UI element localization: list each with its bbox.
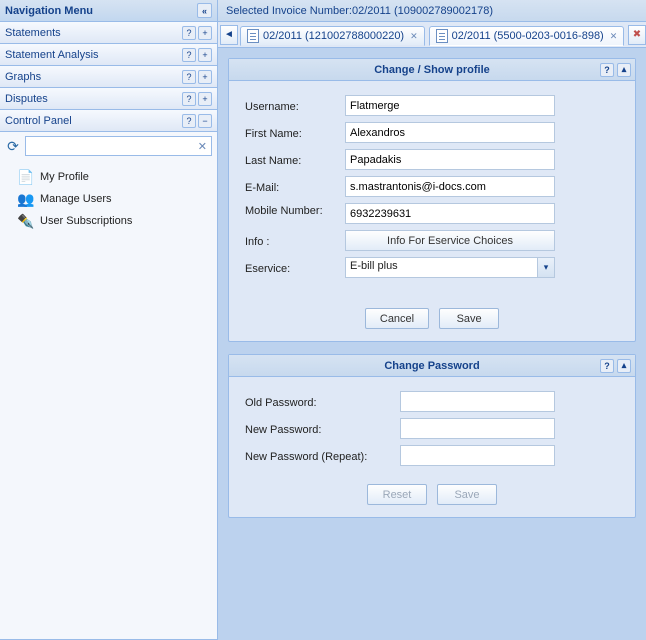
help-icon[interactable]: ? [600, 63, 614, 77]
eservice-value: E-bill plus [346, 258, 537, 277]
tab-label: 02/2011 (121002788000220) [263, 30, 404, 42]
sidebar-item-label: Graphs [5, 71, 41, 83]
sidebar-item-disputes[interactable]: Disputes ? + [0, 88, 217, 110]
refresh-icon[interactable]: ⟳ [5, 138, 21, 154]
firstname-input[interactable] [345, 122, 555, 143]
tree-item-label: My Profile [40, 171, 89, 183]
password-panel: Change Password ? ▴ Old Password: New Pa… [228, 354, 636, 518]
help-icon[interactable]: ? [182, 70, 196, 84]
username-label: Username: [245, 99, 345, 113]
sidebar: Navigation Menu « Statements ? + Stateme… [0, 0, 218, 640]
tree-item-user-subscriptions[interactable]: ✒️ User Subscriptions [18, 210, 213, 232]
sidebar-item-statements[interactable]: Statements ? + [0, 22, 217, 44]
save-button[interactable]: Save [439, 308, 499, 329]
sidebar-item-statement-analysis[interactable]: Statement Analysis ? + [0, 44, 217, 66]
tab-label: 02/2011 (5500-0203-0016-898) [452, 30, 604, 42]
close-icon[interactable]: ✕ [608, 31, 620, 42]
top-status: Selected Invoice Number:02/2011 (1090027… [218, 0, 646, 22]
control-panel-tree: 📄 My Profile 👥 Manage Users ✒️ User Subs… [0, 160, 217, 238]
search-input-wrap: ✕ [25, 136, 212, 156]
profile-panel: Change / Show profile ? ▴ Username: Firs… [228, 58, 636, 342]
tree-item-manage-users[interactable]: 👥 Manage Users [18, 188, 213, 210]
panel-title: Change / Show profile [374, 64, 490, 76]
cancel-button[interactable]: Cancel [365, 308, 429, 329]
sidebar-item-label: Control Panel [5, 115, 72, 127]
panel-title: Change Password [384, 360, 479, 372]
document-icon [436, 29, 448, 43]
expand-icon[interactable]: + [198, 92, 212, 106]
username-input[interactable] [345, 95, 555, 116]
help-icon[interactable]: ? [600, 359, 614, 373]
repeat-password-label: New Password (Repeat): [245, 449, 400, 463]
mobile-label: Mobile Number: [245, 203, 345, 217]
chevron-down-icon[interactable]: ▾ [537, 258, 554, 277]
sidebar-collapse-button[interactable]: « [197, 3, 212, 18]
control-panel-search-row: ⟳ ✕ [0, 132, 217, 160]
sidebar-item-label: Statement Analysis [5, 49, 99, 61]
help-icon[interactable]: ? [182, 26, 196, 40]
new-password-label: New Password: [245, 422, 400, 436]
sidebar-item-label: Statements [5, 27, 61, 39]
lastname-label: Last Name: [245, 153, 345, 167]
tab-invoice-1[interactable]: 02/2011 (121002788000220) ✕ [240, 26, 425, 46]
lastname-input[interactable] [345, 149, 555, 170]
sidebar-item-control-panel[interactable]: Control Panel ? − [0, 110, 217, 132]
old-password-input[interactable] [400, 391, 555, 412]
help-icon[interactable]: ? [182, 114, 196, 128]
profile-panel-body: Username: First Name: Last Name: E-Mail:… [229, 81, 635, 341]
document-icon [247, 29, 259, 43]
reset-button[interactable]: Reset [367, 484, 427, 505]
expand-icon[interactable]: + [198, 26, 212, 40]
users-icon: 👥 [18, 191, 34, 207]
tree-item-label: User Subscriptions [40, 215, 132, 227]
control-panel-body: ⟳ ✕ 📄 My Profile 👥 Manage Users ✒️ User … [0, 132, 217, 640]
old-password-label: Old Password: [245, 395, 400, 409]
email-input[interactable] [345, 176, 555, 197]
new-password-input[interactable] [400, 418, 555, 439]
profile-button-row: Cancel Save [245, 308, 619, 329]
sidebar-item-graphs[interactable]: Graphs ? + [0, 66, 217, 88]
profile-icon: 📄 [18, 169, 34, 185]
expand-icon[interactable]: + [198, 70, 212, 84]
email-label: E-Mail: [245, 180, 345, 194]
profile-panel-header: Change / Show profile ? ▴ [229, 59, 635, 81]
selected-invoice-label: Selected Invoice Number:02/2011 (1090027… [226, 5, 493, 17]
mobile-input[interactable] [345, 203, 555, 224]
tab-scroll-left[interactable]: ◄ [220, 25, 238, 45]
info-eservice-button[interactable]: Info For Eservice Choices [345, 230, 555, 251]
repeat-password-input[interactable] [400, 445, 555, 466]
tree-item-label: Manage Users [40, 193, 112, 205]
password-save-button[interactable]: Save [437, 484, 497, 505]
eservice-select[interactable]: E-bill plus ▾ [345, 257, 555, 278]
sidebar-item-label: Disputes [5, 93, 48, 105]
clear-icon[interactable]: ✕ [194, 140, 211, 153]
firstname-label: First Name: [245, 126, 345, 140]
sidebar-header: Navigation Menu « [0, 0, 217, 22]
close-icon[interactable]: ✕ [408, 31, 420, 42]
help-icon[interactable]: ? [182, 48, 196, 62]
sidebar-title: Navigation Menu [5, 5, 93, 17]
search-input[interactable] [26, 137, 194, 155]
collapse-icon[interactable]: ▴ [617, 63, 631, 77]
tab-scroll-right[interactable]: ✖ [628, 25, 646, 45]
password-button-row: Reset Save [245, 484, 619, 505]
tab-invoice-2[interactable]: 02/2011 (5500-0203-0016-898) ✕ [429, 26, 625, 46]
collapse-icon[interactable]: − [198, 114, 212, 128]
help-icon[interactable]: ? [182, 92, 196, 106]
pen-icon: ✒️ [18, 213, 34, 229]
content-area: Change / Show profile ? ▴ Username: Firs… [218, 48, 646, 640]
tree-item-my-profile[interactable]: 📄 My Profile [18, 166, 213, 188]
expand-icon[interactable]: + [198, 48, 212, 62]
main: Selected Invoice Number:02/2011 (1090027… [218, 0, 646, 640]
collapse-icon[interactable]: ▴ [617, 359, 631, 373]
password-panel-header: Change Password ? ▴ [229, 355, 635, 377]
info-label: Info : [245, 234, 345, 248]
password-panel-body: Old Password: New Password: New Password… [229, 377, 635, 517]
tabbar: ◄ 02/2011 (121002788000220) ✕ 02/2011 (5… [218, 22, 646, 48]
eservice-label: Eservice: [245, 261, 345, 275]
